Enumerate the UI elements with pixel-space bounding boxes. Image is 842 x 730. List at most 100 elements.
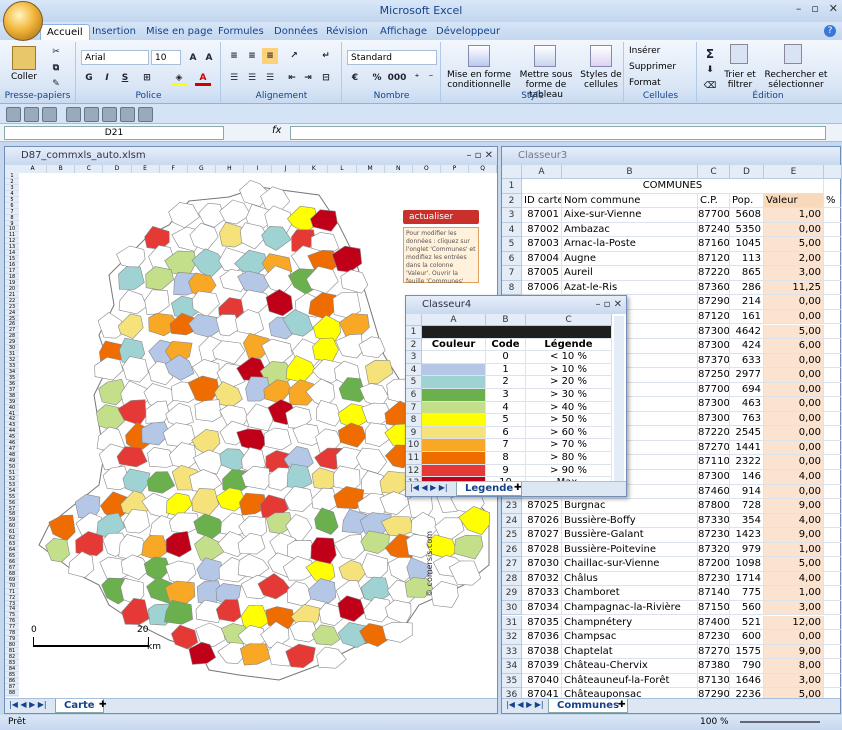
id-carte-cell[interactable]: 87036 — [522, 630, 562, 645]
population-cell[interactable]: 113 — [730, 251, 764, 267]
legend-code[interactable]: 1 — [486, 363, 526, 377]
value-cell[interactable]: 9,00 — [764, 644, 824, 660]
row-header[interactable]: 9 — [406, 426, 422, 440]
population-cell[interactable]: 214 — [730, 295, 764, 310]
commune-name-cell[interactable]: Aixe-sur-Vienne — [562, 208, 698, 223]
legend-label[interactable]: > 20 % — [526, 376, 612, 389]
legend-label[interactable]: > 70 % — [526, 439, 612, 452]
cp-cell[interactable]: 87460 — [698, 484, 730, 500]
percent-cell[interactable] — [824, 426, 842, 441]
value-cell[interactable]: 0,00 — [764, 353, 824, 369]
refresh-button[interactable]: actualiser — [403, 210, 479, 224]
population-cell[interactable]: 2545 — [730, 426, 764, 441]
cp-cell[interactable]: 87120 — [698, 309, 730, 325]
row-header[interactable]: 32 — [502, 630, 522, 645]
format-cells-button[interactable]: Format — [629, 78, 693, 88]
spelling-icon[interactable] — [138, 107, 153, 122]
tab-affichage[interactable]: Affichage — [374, 24, 433, 40]
print-icon[interactable] — [120, 107, 135, 122]
population-cell[interactable]: 728 — [730, 499, 764, 514]
legend-label[interactable]: < 10 % — [526, 351, 612, 364]
value-cell[interactable]: 8,00 — [764, 659, 824, 674]
id-carte-cell[interactable]: 87006 — [522, 280, 562, 296]
autosum-button[interactable]: Σ — [702, 46, 718, 62]
legend-code[interactable]: 7 — [486, 439, 526, 452]
percent-cell[interactable] — [824, 557, 842, 572]
thousands-button[interactable]: 000 — [387, 70, 407, 86]
percent-cell[interactable] — [824, 280, 842, 296]
percent-cell[interactable] — [824, 309, 842, 325]
cp-cell[interactable]: 87130 — [698, 673, 730, 689]
align-bottom-icon[interactable]: ≡ — [262, 48, 278, 64]
percent-cell[interactable] — [824, 295, 842, 310]
open-file-icon[interactable] — [102, 107, 117, 122]
value-cell[interactable]: 1,00 — [764, 208, 824, 223]
align-middle-icon[interactable]: ≡ — [244, 48, 260, 64]
cp-cell[interactable]: 87230 — [698, 528, 730, 543]
cp-cell[interactable]: 87270 — [698, 440, 730, 456]
row-header[interactable]: 29 — [502, 586, 522, 601]
cp-cell[interactable]: 87290 — [698, 295, 730, 310]
tab-insertion[interactable]: Insertion — [86, 24, 142, 40]
column-header[interactable]: B — [486, 314, 526, 326]
value-cell[interactable]: 2,00 — [764, 251, 824, 267]
column-header[interactable]: C — [526, 314, 612, 326]
row-header[interactable]: 6 — [406, 389, 422, 402]
cp-cell[interactable]: 87300 — [698, 397, 730, 412]
help-icon[interactable]: ? — [824, 25, 836, 37]
commune-name-cell[interactable]: Châteauneuf-la-Forêt — [562, 673, 698, 689]
legend-color-swatch[interactable] — [422, 389, 486, 402]
commune-name-cell[interactable]: Augne — [562, 251, 698, 267]
row-header[interactable]: 7 — [406, 401, 422, 415]
percent-cell[interactable] — [824, 615, 842, 631]
row-header[interactable]: 8 — [502, 280, 522, 296]
commune-name-cell[interactable]: Chaptelat — [562, 644, 698, 660]
column-header[interactable]: C — [698, 165, 730, 179]
population-cell[interactable]: 2977 — [730, 368, 764, 383]
legend-code[interactable]: 2 — [486, 376, 526, 389]
binoculars-icon[interactable] — [784, 44, 802, 64]
commune-name-cell[interactable]: Azat-le-Ris — [562, 280, 698, 296]
percent-cell[interactable] — [824, 528, 842, 543]
value-cell[interactable]: 4,00 — [764, 571, 824, 587]
value-cell[interactable]: 0,00 — [764, 397, 824, 412]
value-cell[interactable]: 0,00 — [764, 368, 824, 383]
save-icon[interactable] — [6, 107, 21, 122]
population-cell[interactable]: 2322 — [730, 455, 764, 470]
population-cell[interactable]: 790 — [730, 659, 764, 674]
commune-name-cell[interactable]: Arnac-la-Poste — [562, 237, 698, 252]
cp-cell[interactable]: 87380 — [698, 659, 730, 674]
cp-cell[interactable]: 87230 — [698, 571, 730, 587]
value-cell[interactable]: 5,00 — [764, 557, 824, 572]
percent-cell[interactable] — [824, 484, 842, 500]
value-cell[interactable]: 0,00 — [764, 309, 824, 325]
cell-styles-button[interactable]: Styles de cellules — [580, 70, 622, 90]
value-cell[interactable]: 0,00 — [764, 222, 824, 238]
cp-cell[interactable]: 87320 — [698, 542, 730, 558]
redo-icon[interactable] — [42, 107, 57, 122]
name-box[interactable]: D21 — [4, 126, 224, 140]
row-header[interactable]: 26 — [502, 542, 522, 558]
commune-name-cell[interactable]: Châlus — [562, 571, 698, 587]
legend-label[interactable]: > 50 % — [526, 414, 612, 427]
percent-cell[interactable] — [824, 237, 842, 252]
number-format-select[interactable]: Standard — [347, 50, 437, 65]
commune-name-cell[interactable]: Bussière-Galant — [562, 528, 698, 543]
value-cell[interactable]: 6,00 — [764, 339, 824, 354]
conditional-format-icon[interactable] — [468, 45, 490, 67]
value-cell[interactable]: 1,00 — [764, 542, 824, 558]
value-cell[interactable]: 3,00 — [764, 266, 824, 281]
tab-accueil[interactable]: Accueil — [40, 24, 90, 40]
id-carte-cell[interactable]: 87035 — [522, 615, 562, 631]
cp-cell[interactable]: 87330 — [698, 513, 730, 529]
value-cell[interactable]: 9,00 — [764, 528, 824, 543]
sheet-nav-arrows[interactable]: |◀ ◀ ▶ ▶| — [9, 700, 47, 709]
select-all-corner[interactable] — [406, 314, 422, 326]
legend-color-swatch[interactable] — [422, 351, 486, 364]
percent-cell[interactable] — [824, 659, 842, 674]
value-cell[interactable]: 0,00 — [764, 295, 824, 310]
new-sheet-icon[interactable]: ✚ — [618, 700, 626, 710]
row-header[interactable]: 6 — [502, 251, 522, 267]
commune-name-cell[interactable]: Champagnac-la-Rivière — [562, 600, 698, 616]
legend-code[interactable]: 6 — [486, 426, 526, 440]
